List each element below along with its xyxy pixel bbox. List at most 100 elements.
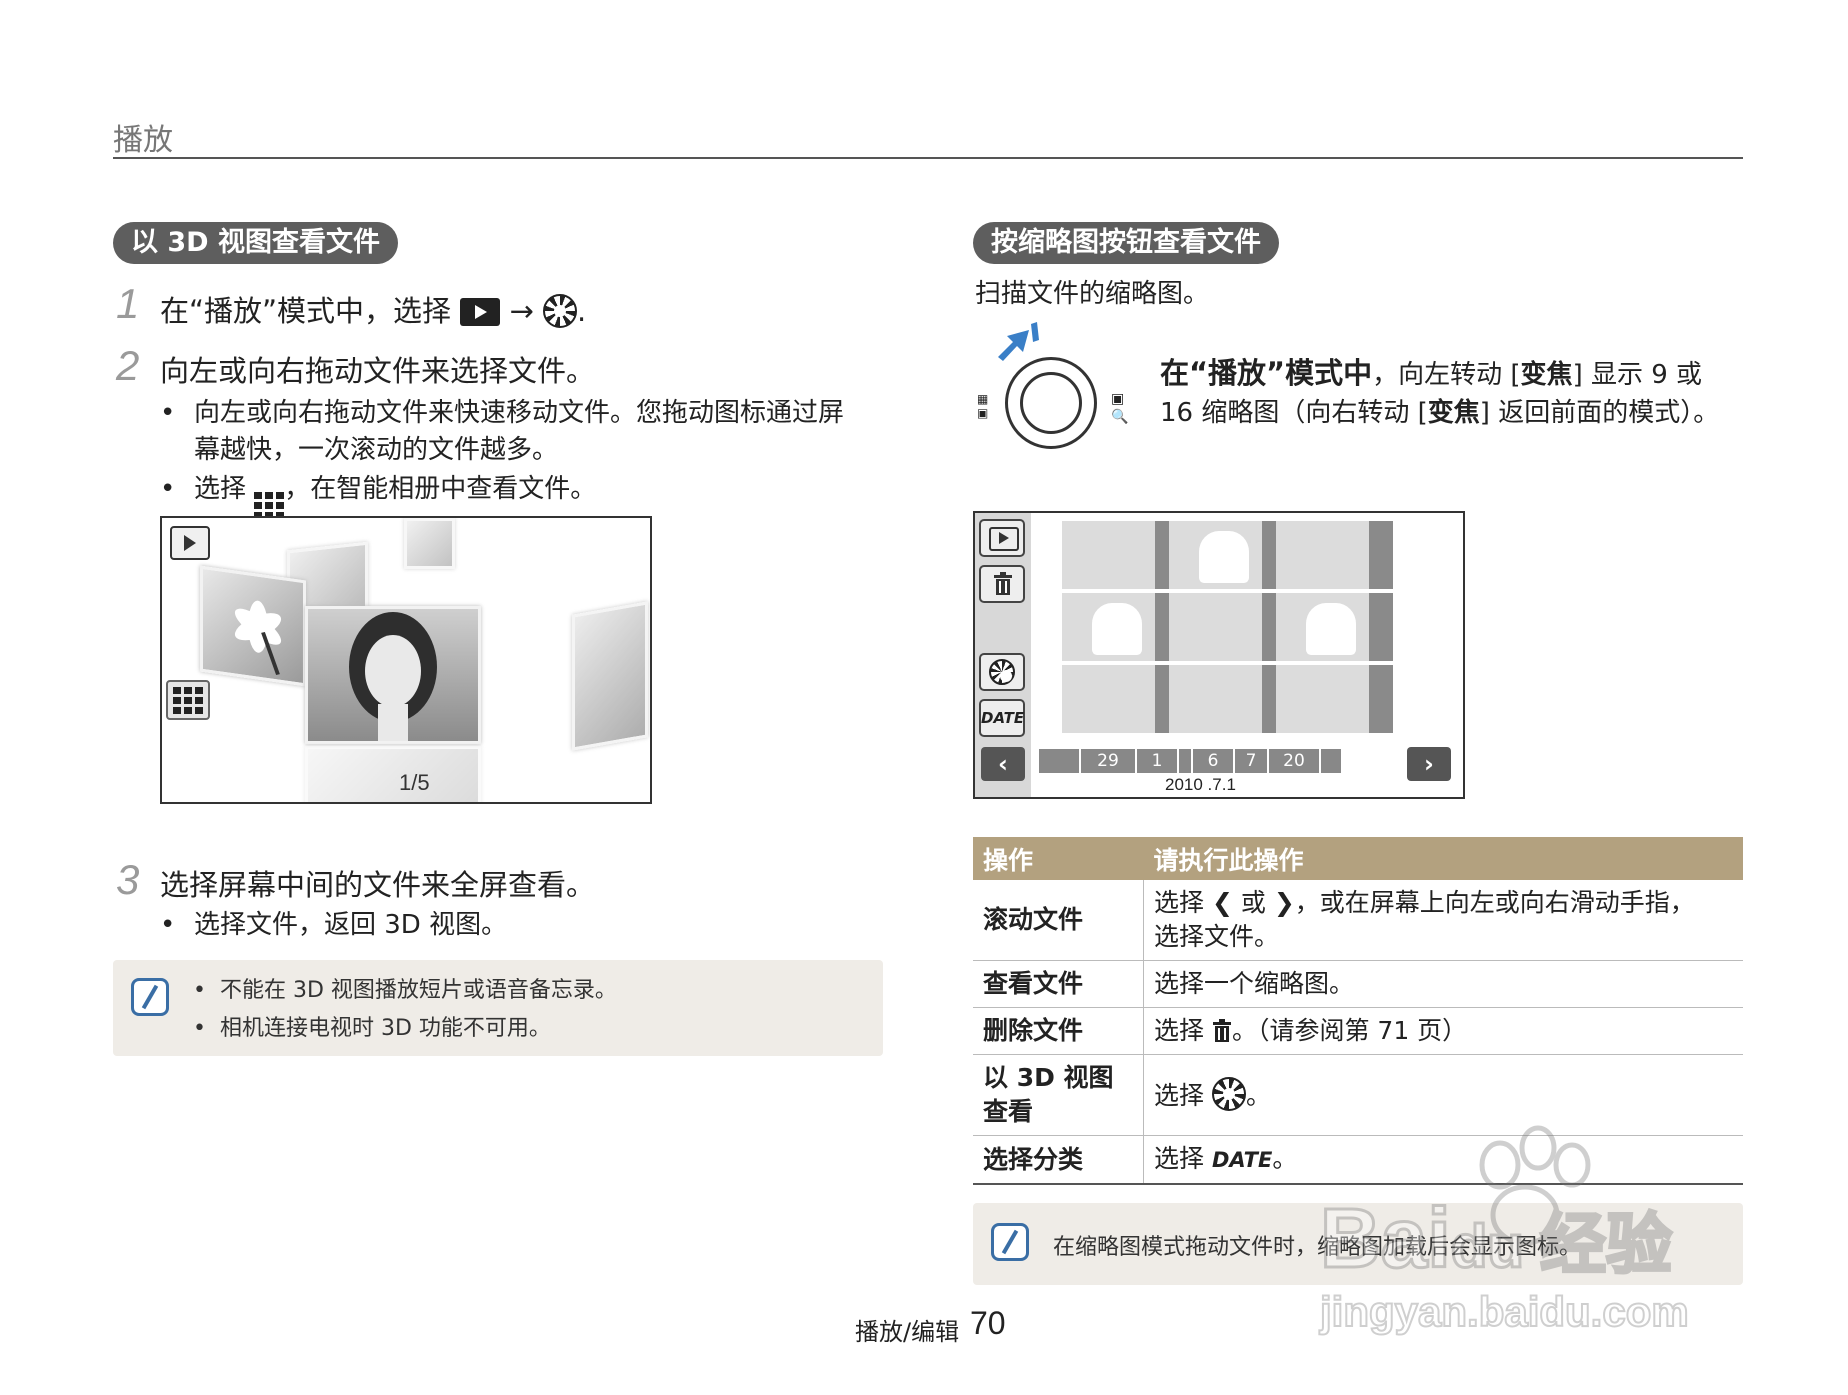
section-title-thumbnail: 按缩略图按钮查看文件 bbox=[973, 222, 1279, 264]
date-icon-label: DATE bbox=[1211, 1148, 1273, 1172]
step-2-bullet-1: • 向左或向右拖动文件来快速移动文件。您拖动图标通过屏 bbox=[160, 398, 845, 428]
step-3-bullet: • 选择文件，返回 3D 视图。 bbox=[160, 910, 508, 940]
watermark-brand: Baidu 经验 bbox=[1319, 1190, 1674, 1287]
table-header-action: 请执行此操作 bbox=[1143, 837, 1743, 880]
note-item: • 相机连接电视时 3D 功能不可用。 bbox=[193, 1016, 551, 1041]
zoom-dial-illustration: ▦ ▣ ▣ 🔍 bbox=[975, 322, 1135, 457]
table-header-row: 操作 请执行此操作 bbox=[973, 837, 1743, 880]
step-2-text: 向左或向右拖动文件来选择文件。 bbox=[160, 354, 596, 388]
watermark-url: jingyan.baidu.com bbox=[1319, 1287, 1690, 1336]
flower-image bbox=[234, 600, 282, 675]
cell-text: 选择 bbox=[1154, 1016, 1205, 1045]
cell-text: 。 bbox=[1272, 1144, 1298, 1173]
table-cell-action: 选择 。（请参阅第 71 页） bbox=[1143, 1007, 1743, 1055]
smart-album-grid-icon bbox=[254, 492, 285, 519]
3d-view-screen: 1/5 bbox=[160, 516, 652, 804]
playback-icon bbox=[460, 298, 501, 326]
table-row: 删除文件 选择 。（请参阅第 71 页） bbox=[973, 1007, 1743, 1055]
zoom-instruction-line2: 16 缩略图（向右转动 [变焦] 返回前面的模式）。 bbox=[1160, 392, 1719, 429]
table-cell-op: 滚动文件 bbox=[973, 880, 1144, 961]
zoom-mode-bold: 在“播放”模式中 bbox=[1160, 356, 1373, 390]
magnify-zoom-icon: ▣ 🔍 bbox=[1111, 391, 1129, 425]
thumbnail-item[interactable] bbox=[1276, 593, 1393, 661]
thumbnail-item[interactable] bbox=[1276, 521, 1393, 589]
step-number: 3 bbox=[116, 856, 140, 903]
grid-icon bbox=[173, 686, 203, 714]
page-number: 70 bbox=[970, 1305, 1006, 1341]
center-photo-portrait[interactable] bbox=[305, 606, 481, 744]
date-button[interactable]: DATE bbox=[979, 699, 1025, 737]
bullet-text: 向左或向右拖动文件来快速移动文件。您拖动图标通过屏 bbox=[194, 398, 845, 428]
smart-album-button[interactable] bbox=[166, 680, 210, 720]
thumbnail-item[interactable] bbox=[1276, 665, 1393, 733]
chevron-right-icon: ❯ bbox=[1273, 888, 1295, 917]
thumbnail-photo[interactable] bbox=[404, 518, 455, 569]
3d-view-button[interactable] bbox=[979, 653, 1025, 691]
timeline-cell[interactable]: 6 bbox=[1193, 749, 1233, 773]
brand-a: Bai bbox=[1319, 1190, 1453, 1287]
timeline-date: 2010 .7.1 bbox=[1165, 775, 1236, 794]
timeline-cell[interactable]: 1 bbox=[1137, 749, 1177, 773]
timeline-cell[interactable] bbox=[1039, 749, 1079, 773]
timeline-cell[interactable]: 29 bbox=[1081, 749, 1135, 773]
portrait-image bbox=[349, 612, 437, 744]
footer-section: 播放/编辑 bbox=[855, 1318, 960, 1346]
3d-view-icon bbox=[543, 294, 578, 328]
zoom-text: ，向左转动 [ bbox=[1372, 360, 1521, 390]
note-text: 相机连接电视时 3D 功能不可用。 bbox=[219, 1016, 551, 1041]
table-header-op: 操作 bbox=[973, 837, 1144, 880]
table-cell-op: 查看文件 bbox=[973, 960, 1144, 1008]
timeline-cell[interactable] bbox=[1321, 749, 1341, 773]
step-number: 1 bbox=[116, 280, 140, 327]
note-box-left: • 不能在 3D 视图播放短片或语音备忘录。 • 相机连接电视时 3D 功能不可… bbox=[113, 960, 883, 1056]
previous-button[interactable]: ‹ bbox=[981, 747, 1025, 781]
bullet-text-b: ，在智能相册中查看文件。 bbox=[284, 474, 597, 504]
cell-text: ，或在屏幕上向左或向右滑动手指， bbox=[1294, 888, 1695, 917]
step-3-text: 选择屏幕中间的文件来全屏查看。 bbox=[160, 868, 596, 902]
thumbnail-photo-side[interactable] bbox=[572, 601, 648, 751]
note-item: • 不能在 3D 视图播放短片或语音备忘录。 bbox=[193, 978, 617, 1003]
thumbnail-item[interactable] bbox=[1062, 593, 1179, 661]
thumbnail-screen: DATE ‹ 29 1 6 7 20 › 2010 .7.1 bbox=[973, 511, 1465, 799]
zoom-key: 变焦 bbox=[1520, 360, 1573, 390]
header-divider bbox=[113, 157, 1743, 159]
cell-text: 选择 bbox=[1154, 888, 1205, 917]
section-title-3d-view: 以 3D 视图查看文件 bbox=[113, 222, 398, 264]
trash-icon bbox=[994, 572, 1012, 595]
step-1-end: . bbox=[577, 294, 587, 328]
file-counter: 1/5 bbox=[399, 770, 430, 795]
cell-text: 。 bbox=[1245, 1081, 1271, 1110]
thumbnail-item[interactable] bbox=[1169, 521, 1286, 589]
reflection bbox=[305, 746, 481, 802]
zoom-instruction-line1: 在“播放”模式中，向左转动 [变焦] 显示 9 或 bbox=[1160, 350, 1702, 392]
cell-text: 选择 bbox=[1154, 1081, 1205, 1110]
cell-text: 查看 bbox=[983, 1097, 1034, 1126]
3d-view-icon bbox=[1211, 1077, 1246, 1111]
timeline-cell[interactable] bbox=[1179, 749, 1191, 773]
thumbnail-item[interactable] bbox=[1062, 665, 1179, 733]
bullet-text: 选择文件，返回 3D 视图。 bbox=[194, 910, 508, 940]
zoom-text: ] 显示 9 或 bbox=[1572, 360, 1703, 390]
step-2-bullet-2: • 选择 ，在智能相册中查看文件。 bbox=[160, 468, 596, 519]
note-text: 不能在 3D 视图播放短片或语音备忘录。 bbox=[219, 978, 617, 1003]
cell-text: 或 bbox=[1240, 888, 1266, 917]
playback-button[interactable] bbox=[170, 526, 210, 560]
timeline-cell[interactable]: 20 bbox=[1269, 749, 1319, 773]
table-cell-action: 选择一个缩略图。 bbox=[1143, 960, 1743, 1008]
delete-button[interactable] bbox=[979, 565, 1025, 603]
cell-text: 。（请参阅第 71 页） bbox=[1231, 1016, 1468, 1045]
timeline-cell[interactable]: 7 bbox=[1235, 749, 1267, 773]
zoom-dial[interactable] bbox=[1005, 357, 1097, 449]
step-1-text: 在“播放”模式中，选择 → . bbox=[160, 288, 586, 330]
next-button[interactable]: › bbox=[1407, 747, 1451, 781]
thumbnail-photo-flower[interactable] bbox=[200, 565, 306, 687]
step-2-bullet-1-cont: 幕越快，一次滚动的文件越多。 bbox=[194, 435, 559, 465]
bullet-text-a: 选择 bbox=[194, 474, 247, 504]
thumbnail-item[interactable] bbox=[1169, 593, 1286, 661]
thumbnail-intro: 扫描文件的缩略图。 bbox=[975, 279, 1210, 309]
thumbnail-item[interactable] bbox=[1169, 665, 1286, 733]
table-cell-op: 选择分类 bbox=[973, 1135, 1144, 1185]
playback-button[interactable] bbox=[979, 519, 1025, 557]
cell-text: 以 3D 视图 bbox=[983, 1063, 1114, 1092]
thumbnail-item[interactable] bbox=[1062, 521, 1179, 589]
